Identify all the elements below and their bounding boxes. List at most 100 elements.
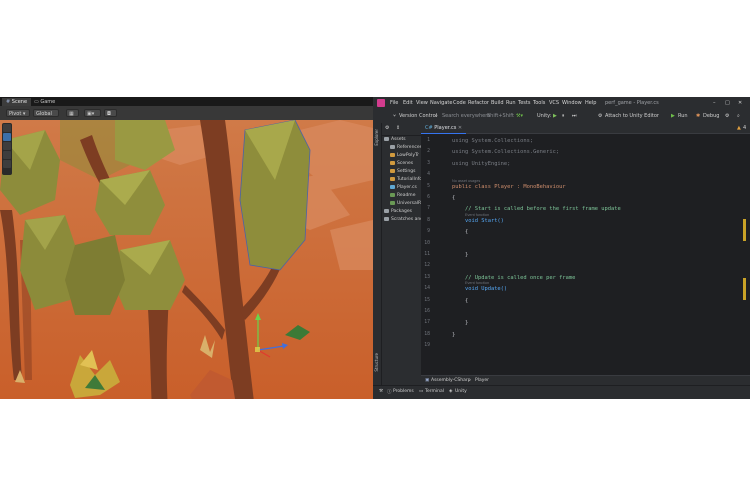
maximize-icon[interactable]: □ <box>725 97 730 110</box>
game-icon: ▭ <box>34 99 39 105</box>
run-button[interactable]: Run <box>678 110 688 123</box>
editor-scrollbar[interactable] <box>740 133 750 385</box>
code-area[interactable]: using System.Collections; using System.Co… <box>452 133 740 385</box>
tool-tab-problems[interactable]: Problems <box>393 389 414 394</box>
minimize-icon[interactable]: – <box>713 97 716 110</box>
global-dropdown[interactable]: Global ▾ <box>33 109 59 125</box>
line-number: 11 <box>424 252 430 257</box>
code-line[interactable]: using System.Collections.Generic; <box>452 149 559 155</box>
search-everywhere[interactable]: Search everywhere <box>442 110 490 123</box>
snap-icon: ▣▾ <box>87 111 95 117</box>
tool-tab-terminal[interactable]: Terminal <box>425 389 444 394</box>
rider-logo-icon <box>377 99 385 107</box>
menu-tests[interactable]: Tests <box>518 97 530 110</box>
explorer-item[interactable]: Scratches and <box>384 216 423 224</box>
move-tool-button[interactable] <box>3 133 11 141</box>
code-line[interactable]: { <box>452 298 468 304</box>
warning-icon[interactable]: ▲ <box>737 123 741 133</box>
scene-viewport[interactable] <box>0 120 373 399</box>
menu-window[interactable]: Window <box>562 97 582 110</box>
code-line[interactable]: } <box>452 252 468 258</box>
line-number: 6 <box>427 195 430 200</box>
hammer-icon[interactable]: ⚒▾ <box>516 110 523 123</box>
scene-toolbar: Pivot ▾ Global ▾ ▦ ▣▾ ◘ <box>0 106 373 125</box>
explorer-item[interactable]: Readme <box>390 192 415 200</box>
code-line[interactable]: // Update is called once per frame <box>452 275 575 281</box>
menu-code[interactable]: Code <box>453 97 466 110</box>
code-vision-hint[interactable]: Event function <box>465 213 489 217</box>
code-line[interactable]: public class Player : MonoBehaviour <box>452 184 566 190</box>
debug-icon[interactable]: ✱ <box>696 110 700 123</box>
folder-icon <box>390 192 395 197</box>
explorer-item-label: Scratches and <box>391 217 424 222</box>
unity-label: Unity: <box>537 113 552 119</box>
explorer-item[interactable]: Assets <box>384 136 406 144</box>
menu-navigate[interactable]: Navigate <box>430 97 452 110</box>
tab-scene[interactable]: # Scene <box>2 98 32 106</box>
rect-tool-button[interactable] <box>3 160 11 168</box>
code-line[interactable]: } <box>452 320 468 326</box>
menu-view[interactable]: View <box>416 97 428 110</box>
explorer-item[interactable]: References <box>390 144 422 152</box>
explorer-item[interactable]: Player.cs <box>390 184 417 192</box>
tab-game[interactable]: ▭ Game <box>30 98 59 106</box>
unity-play-icon[interactable]: ▶ <box>553 110 557 123</box>
gear-icon[interactable]: ⚙ <box>385 125 389 131</box>
unity-step-icon[interactable]: ⏭ <box>572 110 577 123</box>
code-vision-hint[interactable]: Event function <box>465 281 489 285</box>
search-toolbar-icon[interactable]: ⌕ <box>737 110 740 123</box>
version-control-button[interactable]: Version Control <box>399 110 437 123</box>
pivot-dropdown[interactable]: Pivot ▾ <box>6 109 30 117</box>
folder-icon <box>384 208 389 213</box>
explorer-tab[interactable]: Explorer <box>374 129 379 146</box>
settings-icon[interactable]: ⚙ <box>725 110 729 123</box>
hammer-bottom-icon[interactable]: ⚒ <box>379 389 383 394</box>
rotate-tool-button[interactable] <box>3 142 11 150</box>
code-vision-hint[interactable]: No asset usages <box>452 179 480 183</box>
explorer-item[interactable]: TutorialInfo <box>390 176 422 184</box>
view-options-button[interactable]: ◘ <box>104 109 117 117</box>
line-number: 15 <box>424 297 430 303</box>
view-tool-button[interactable] <box>3 124 11 132</box>
menu-run[interactable]: Run <box>506 97 516 110</box>
scale-tool-button[interactable] <box>3 151 11 159</box>
line-number: 12 <box>424 263 430 269</box>
run-icon[interactable]: ▶ <box>671 110 675 123</box>
menu-refactor[interactable]: Refactor <box>468 97 489 110</box>
run-config-dropdown[interactable]: Attach to Unity Editor <box>605 110 659 123</box>
attach-icon: ⚙ <box>598 113 603 119</box>
menu-file[interactable]: File <box>390 97 398 110</box>
menu-help[interactable]: Help <box>585 97 596 110</box>
structure-tab[interactable]: Structure <box>374 353 379 372</box>
explorer-item[interactable]: Packages <box>384 208 412 216</box>
pivot-label: Pivot <box>9 111 22 117</box>
menu-edit[interactable]: Edit <box>403 97 413 110</box>
line-number: 19 <box>424 343 430 349</box>
code-line[interactable]: } <box>452 332 455 338</box>
tool-tab-unity[interactable]: Unity <box>455 389 467 394</box>
code-line[interactable]: { <box>452 195 455 201</box>
explorer-item[interactable]: Settings <box>390 168 415 176</box>
close-icon[interactable]: ✕ <box>738 97 742 110</box>
global-label: Global <box>36 111 52 117</box>
menu-build[interactable]: Build <box>491 97 504 110</box>
explorer-item[interactable]: UniversalRP <box>390 200 424 208</box>
debug-button[interactable]: Debug <box>703 110 719 123</box>
folder-icon <box>390 168 395 173</box>
folder-icon <box>390 200 395 205</box>
menu-tools[interactable]: Tools <box>533 97 545 110</box>
code-line[interactable]: void Update() <box>452 286 507 292</box>
explorer-item[interactable]: LowPolyTr <box>390 152 419 160</box>
code-line[interactable]: using System.Collections; <box>452 138 533 144</box>
expand-icon[interactable]: ⇕ <box>396 125 400 131</box>
snap-increment-button[interactable]: ▣▾ <box>84 109 101 117</box>
menu-vcs[interactable]: VCS <box>549 97 559 110</box>
close-tab-icon[interactable]: ✕ <box>458 125 462 131</box>
code-line[interactable]: void Start() <box>452 218 504 224</box>
explorer-item[interactable]: Scenes <box>390 160 413 168</box>
unity-pause-icon[interactable]: ⏸ <box>562 110 565 123</box>
code-line[interactable]: { <box>452 229 468 235</box>
code-line[interactable]: using UnityEngine; <box>452 161 510 167</box>
grid-snap-button[interactable]: ▦ <box>66 109 79 117</box>
code-line[interactable]: // Start is called before the first fram… <box>452 206 621 212</box>
